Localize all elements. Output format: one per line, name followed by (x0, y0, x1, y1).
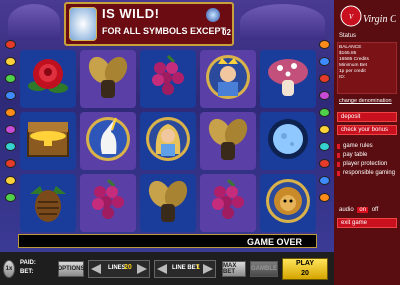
payline-gem (318, 193, 330, 202)
payline-gem (318, 57, 330, 66)
lines-value: 20 (124, 264, 132, 271)
deposit-button[interactable]: deposit (337, 112, 397, 122)
player-id-label: ID: (339, 75, 346, 80)
grapes-symbol-icon (84, 176, 132, 231)
payline-gem (4, 159, 16, 168)
check-bonus-button[interactable]: check your bonus (337, 125, 397, 135)
payline-gem (318, 142, 330, 151)
prince-symbol-icon (204, 52, 252, 107)
speed-toggle-button[interactable]: 1x (3, 260, 15, 278)
reel-cell (200, 174, 256, 232)
audio-control: audio on off (339, 207, 378, 213)
payline-gem (4, 125, 16, 134)
game-rules-link[interactable]: game rules (337, 143, 397, 150)
wild-banner: IS WILD! FOR ALL SYMBOLS EXCEPT 02 (64, 2, 234, 46)
payline-gem (4, 142, 16, 151)
reel-cell (260, 174, 316, 232)
audio-label: audio (339, 207, 354, 213)
mistletoe-symbol-icon (144, 176, 192, 231)
game-status-message: GAME OVER (18, 234, 317, 248)
reel-grid[interactable] (18, 48, 317, 233)
reel-cell (20, 112, 76, 170)
reel-cell (140, 112, 196, 170)
play-label: PLAY (295, 260, 315, 267)
banner-title: IS WILD! (102, 6, 160, 21)
mistletoe-symbol-icon (84, 52, 132, 107)
bottom-control-bar: 1x PAID: BET: OPTIONS LINES 20 LINE BET … (0, 252, 334, 285)
player-protection-link[interactable]: player protection (337, 161, 397, 168)
reel-cell (80, 50, 136, 108)
payline-gem (318, 40, 330, 49)
payline-gem (318, 108, 330, 117)
options-button[interactable]: OPTIONS (58, 261, 85, 277)
reel-cell (200, 50, 256, 108)
audio-on-button[interactable]: on (357, 207, 369, 213)
unicorn-symbol-icon (84, 114, 132, 169)
reel-cell (260, 112, 316, 170)
payline-gem (4, 74, 16, 83)
payline-gem (318, 74, 330, 83)
pay-table-link[interactable]: pay table (337, 152, 397, 159)
max-bet-button[interactable]: MAX BET (222, 261, 246, 277)
gamble-button[interactable]: GAMBLE (250, 261, 278, 277)
change-denomination-link[interactable]: change denomination (339, 98, 392, 104)
pinecone-symbol-icon (24, 176, 72, 231)
info-links: game rules pay table player protection r… (337, 143, 397, 179)
side-panel: V Virgin Casino Status BALANCE $165.85 1… (334, 0, 400, 285)
reel-cell (80, 112, 136, 170)
paid-label: PAID: (20, 260, 36, 266)
virgin-casino-logo: V Virgin Casino (340, 5, 396, 27)
treasure-symbol-icon (24, 114, 72, 169)
reel-cell (140, 174, 196, 232)
lion-symbol-icon (264, 176, 312, 231)
responsible-gaming-link[interactable]: responsible gaming (337, 170, 397, 177)
princess-symbol-icon (144, 114, 192, 169)
payline-gems-left (3, 40, 17, 235)
game-area: IS WILD! FOR ALL SYMBOLS EXCEPT 02 GAME … (0, 0, 334, 285)
rose-symbol-icon (24, 52, 72, 107)
line-bet-value: 1 (196, 264, 200, 271)
payline-gem (318, 91, 330, 100)
play-value: 20 (301, 270, 309, 277)
decor-arch-right (240, 4, 325, 40)
reel-cell (80, 174, 136, 232)
svg-text:V: V (349, 13, 354, 21)
unicorn-wild-icon (69, 7, 97, 41)
status-heading: Status (339, 33, 357, 39)
reel-cell (260, 50, 316, 108)
decor-arch-left (8, 4, 60, 40)
payline-gem (318, 176, 330, 185)
reel-cell (20, 174, 76, 232)
payline-gems-right (317, 40, 331, 235)
bet-label: BET: (20, 269, 34, 275)
logo-text: Virgin Casino (363, 14, 396, 25)
banner-number: 02 (222, 28, 231, 37)
play-button[interactable]: PLAY 20 (282, 258, 328, 280)
moon-orb-icon (206, 8, 220, 22)
grapes-symbol-icon (144, 52, 192, 107)
payline-gem (318, 159, 330, 168)
payline-gem (4, 193, 16, 202)
audio-off-button[interactable]: off (372, 207, 379, 213)
reel-cell (200, 112, 256, 170)
grapes-symbol-icon (204, 176, 252, 231)
banner-subtitle: FOR ALL SYMBOLS EXCEPT (102, 26, 227, 36)
payline-gem (4, 108, 16, 117)
moon-symbol-icon (264, 114, 312, 169)
payline-gem (4, 91, 16, 100)
mushroom-symbol-icon (264, 52, 312, 107)
payline-gem (318, 125, 330, 134)
mistletoe-symbol-icon (204, 114, 252, 169)
reel-cell (20, 50, 76, 108)
payline-gem (4, 40, 16, 49)
payline-gem (4, 57, 16, 66)
reel-cell (140, 50, 196, 108)
payline-gem (4, 176, 16, 185)
exit-game-button[interactable]: exit game (337, 218, 397, 228)
